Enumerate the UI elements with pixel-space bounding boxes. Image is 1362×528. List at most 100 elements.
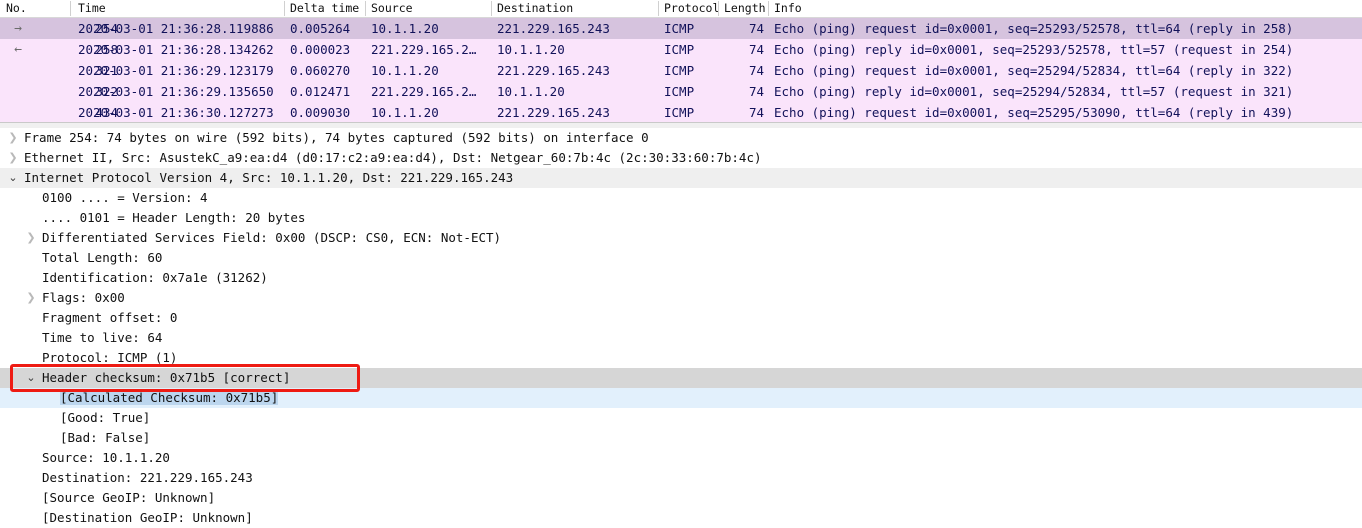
chevron-right-icon[interactable]: ❯ — [24, 288, 38, 308]
cell-time: 2020-03-01 21:36:28.134262 — [78, 42, 274, 57]
tree-item-source-label: Source: 10.1.1.20 — [42, 450, 170, 465]
tree-item-time-to-live[interactable]: Time to live: 64 — [0, 328, 1362, 348]
tree-item-destination[interactable]: Destination: 221.229.165.243 — [0, 468, 1362, 488]
chevron-down-icon[interactable]: ⌄ — [6, 168, 20, 188]
packet-row[interactable]: ← 258 2020-03-01 21:36:28.134262 0.000023 22… — [0, 39, 1362, 60]
cell-info: Echo (ping) request id=0x0001, seq=25293… — [774, 21, 1294, 36]
cell-length: 74 — [748, 21, 764, 36]
cell-info: Echo (ping) request id=0x0001, seq=25294… — [774, 63, 1294, 78]
column-header-time[interactable]: Time — [78, 1, 106, 16]
tree-item-destination-geoip-label: [Destination GeoIP: Unknown] — [42, 510, 253, 525]
column-divider[interactable] — [768, 1, 769, 16]
cell-protocol: ICMP — [664, 63, 695, 78]
cell-delta-time: 0.012471 — [290, 84, 351, 99]
cell-time: 2020-03-01 21:36:29.123179 — [78, 63, 274, 78]
cell-delta-time: 0.000023 — [290, 42, 351, 57]
packet-details-pane[interactable]: ❯ Frame 254: 74 bytes on wire (592 bits),… — [0, 128, 1362, 527]
cell-length: 74 — [748, 84, 764, 99]
column-divider[interactable] — [365, 1, 366, 16]
tree-item-protocol-label: Protocol: ICMP (1) — [42, 350, 178, 365]
tree-item-dsfield[interactable]: ❯ Differentiated Services Field: 0x00 (DS… — [0, 228, 1362, 248]
tree-item-identification-label: Identification: 0x7a1e (31262) — [42, 270, 268, 285]
packet-row[interactable]: 322 2020-03-01 21:36:29.135650 0.012471 221… — [0, 81, 1362, 102]
cell-destination: 221.229.165.243 — [497, 63, 610, 78]
cell-length: 74 — [748, 105, 764, 120]
tree-item-calculated-checksum[interactable]: [Calculated Checksum: 0x71b5] — [0, 388, 1362, 408]
chevron-down-icon[interactable]: ⌄ — [24, 368, 38, 388]
packet-row[interactable]: → 254 2020-03-01 21:36:28.119886 0.005264 10… — [0, 18, 1362, 39]
tree-item-identification[interactable]: Identification: 0x7a1e (31262) — [0, 268, 1362, 288]
cell-delta-time: 0.009030 — [290, 105, 351, 120]
cell-protocol: ICMP — [664, 42, 695, 57]
chevron-right-icon[interactable]: ❯ — [6, 128, 20, 148]
cell-source: 10.1.1.20 — [371, 21, 439, 36]
tree-item-checksum-bad[interactable]: [Bad: False] — [0, 428, 1362, 448]
tree-item-header-checksum[interactable]: ⌄ Header checksum: 0x71b5 [correct] — [0, 368, 1362, 388]
tree-item-flags[interactable]: ❯ Flags: 0x00 — [0, 288, 1362, 308]
cell-destination: 221.229.165.243 — [497, 21, 610, 36]
packet-list-column-headers[interactable]: No. Time Delta time Source Destination Protoc… — [0, 0, 1362, 18]
cell-length: 74 — [748, 63, 764, 78]
tree-item-protocol[interactable]: Protocol: ICMP (1) — [0, 348, 1362, 368]
packet-row[interactable]: 321 2020-03-01 21:36:29.123179 0.060270 10.… — [0, 60, 1362, 81]
cell-delta-time: 0.060270 — [290, 63, 351, 78]
column-header-destination[interactable]: Destination — [497, 1, 573, 16]
tree-item-checksum-good[interactable]: [Good: True] — [0, 408, 1362, 428]
tree-item-header-length-label: .... 0101 = Header Length: 20 bytes — [42, 210, 306, 225]
tree-item-ethernet-label: Ethernet II, Src: AsustekC_a9:ea:d4 (d0:… — [24, 150, 762, 165]
cell-source: 221.229.165.2… — [371, 42, 477, 57]
cell-info: Echo (ping) reply id=0x0001, seq=25294/5… — [774, 84, 1294, 99]
column-header-delta-time[interactable]: Delta time — [290, 1, 359, 16]
tree-item-dsfield-label: Differentiated Services Field: 0x00 (DSC… — [42, 230, 502, 245]
tree-item-ethernet[interactable]: ❯ Ethernet II, Src: AsustekC_a9:ea:d4 (d0… — [0, 148, 1362, 168]
column-header-info[interactable]: Info — [774, 1, 802, 16]
cell-destination: 10.1.1.20 — [497, 84, 565, 99]
cell-source: 10.1.1.20 — [371, 63, 439, 78]
tree-item-frame-label: Frame 254: 74 bytes on wire (592 bits), … — [24, 130, 649, 145]
tree-item-fragment-offset[interactable]: Fragment offset: 0 — [0, 308, 1362, 328]
column-divider[interactable] — [718, 1, 719, 16]
packet-row[interactable]: 434 2020-03-01 21:36:30.127273 0.009030 10.… — [0, 102, 1362, 123]
tree-item-version[interactable]: 0100 .... = Version: 4 — [0, 188, 1362, 208]
column-divider[interactable] — [658, 1, 659, 16]
tree-item-destination-geoip[interactable]: [Destination GeoIP: Unknown] — [0, 508, 1362, 528]
column-divider[interactable] — [491, 1, 492, 16]
direction-arrow-request-icon: → — [14, 21, 22, 36]
tree-item-flags-label: Flags: 0x00 — [42, 290, 125, 305]
cell-protocol: ICMP — [664, 21, 695, 36]
column-header-source[interactable]: Source — [371, 1, 413, 16]
cell-protocol: ICMP — [664, 105, 695, 120]
tree-item-ipv4[interactable]: ⌄ Internet Protocol Version 4, Src: 10.1.… — [0, 168, 1362, 188]
tree-item-fragment-offset-label: Fragment offset: 0 — [42, 310, 178, 325]
cell-delta-time: 0.005264 — [290, 21, 351, 36]
tree-item-checksum-bad-label: [Bad: False] — [60, 430, 151, 445]
tree-item-frame[interactable]: ❯ Frame 254: 74 bytes on wire (592 bits),… — [0, 128, 1362, 148]
tree-item-source-geoip-label: [Source GeoIP: Unknown] — [42, 490, 216, 505]
cell-info: Echo (ping) reply id=0x0001, seq=25293/5… — [774, 42, 1294, 57]
tree-item-source[interactable]: Source: 10.1.1.20 — [0, 448, 1362, 468]
packet-list-body[interactable]: → 254 2020-03-01 21:36:28.119886 0.005264 10… — [0, 18, 1362, 123]
column-divider[interactable] — [284, 1, 285, 16]
tree-item-calculated-checksum-label: [Calculated Checksum: 0x71b5] — [60, 388, 279, 408]
tree-item-total-length-label: Total Length: 60 — [42, 250, 163, 265]
column-header-length[interactable]: Length — [724, 1, 766, 16]
selected-text-span: [Calculated Checksum: 0x71b5] — [60, 390, 279, 405]
direction-arrow-reply-icon: ← — [14, 42, 22, 57]
cell-info: Echo (ping) request id=0x0001, seq=25295… — [774, 105, 1294, 120]
cell-time: 2020-03-01 21:36:28.119886 — [78, 21, 274, 36]
column-header-no[interactable]: No. — [6, 1, 27, 16]
chevron-right-icon[interactable]: ❯ — [6, 148, 20, 168]
chevron-right-icon[interactable]: ❯ — [24, 228, 38, 248]
cell-time: 2020-03-01 21:36:30.127273 — [78, 105, 274, 120]
packet-list-pane[interactable]: No. Time Delta time Source Destination Protoc… — [0, 0, 1362, 123]
tree-item-header-length[interactable]: .... 0101 = Header Length: 20 bytes — [0, 208, 1362, 228]
column-divider[interactable] — [70, 1, 71, 16]
tree-item-version-label: 0100 .... = Version: 4 — [42, 190, 208, 205]
cell-destination: 10.1.1.20 — [497, 42, 565, 57]
column-header-protocol[interactable]: Protocol — [664, 1, 719, 16]
cell-protocol: ICMP — [664, 84, 695, 99]
cell-source: 221.229.165.2… — [371, 84, 477, 99]
tree-item-total-length[interactable]: Total Length: 60 — [0, 248, 1362, 268]
cell-time: 2020-03-01 21:36:29.135650 — [78, 84, 274, 99]
tree-item-source-geoip[interactable]: [Source GeoIP: Unknown] — [0, 488, 1362, 508]
